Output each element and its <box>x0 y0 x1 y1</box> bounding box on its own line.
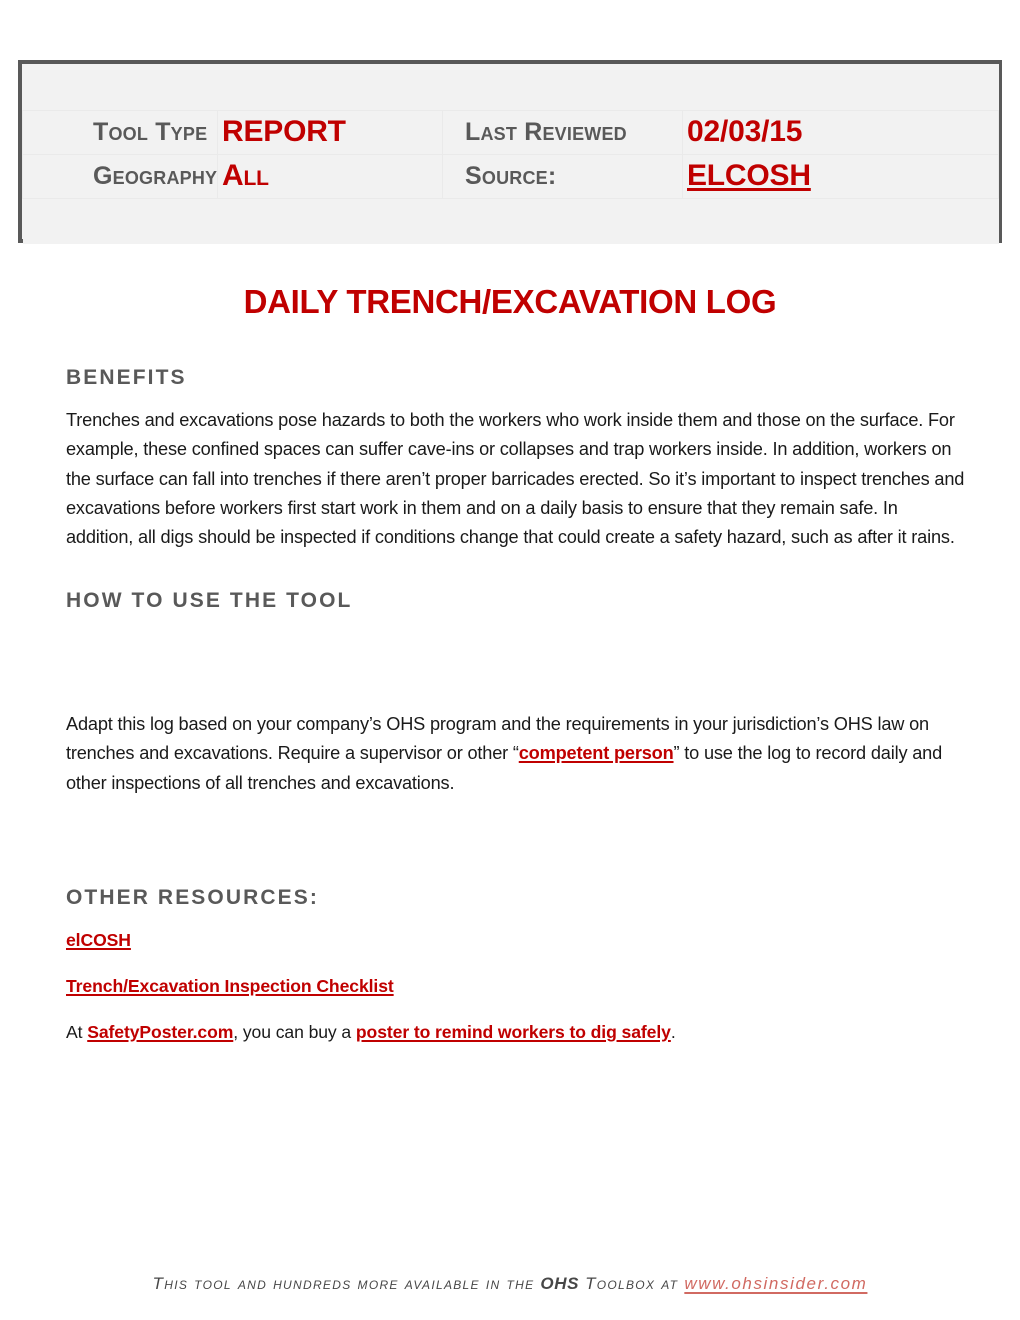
meta-cell-value-geography: All <box>217 153 443 199</box>
meta-spacer-row-bottom <box>22 198 999 244</box>
section-heading-benefits: BENEFITS <box>66 366 187 389</box>
section-body-how-to-use: Adapt this log based on your company’s O… <box>66 710 956 798</box>
meta-value-source-link[interactable]: ELCOSH <box>683 161 998 191</box>
meta-cell-value-last-reviewed: 02/03/15 <box>682 109 999 155</box>
elcosh-link[interactable]: elCOSH <box>66 930 131 950</box>
footer-text-before: This tool and hundreds more available in… <box>152 1274 541 1293</box>
meta-spacer-cell <box>442 198 683 244</box>
meta-spacer-cell <box>682 64 999 110</box>
meta-cell-value-source: ELCOSH <box>682 153 999 199</box>
meta-cell-label-source: Source: <box>442 153 683 199</box>
meta-table: Tool Type REPORT Last Reviewed 02/03/15 … <box>22 64 999 244</box>
meta-row-geography: Geography All Source: ELCOSH <box>22 153 999 199</box>
document-page: Tool Type REPORT Last Reviewed 02/03/15 … <box>0 0 1020 1320</box>
meta-row-tool-type: Tool Type REPORT Last Reviewed 02/03/15 <box>22 109 999 155</box>
meta-label-last-reviewed: Last Reviewed <box>465 117 627 146</box>
section-heading-other-resources: OTHER RESOURCES: <box>66 886 319 909</box>
meta-cell-label-geography: Geography <box>22 153 218 199</box>
footer-ohs-label: OHS <box>540 1274 580 1293</box>
meta-spacer-cell <box>682 198 999 244</box>
competent-person-link[interactable]: competent person <box>519 743 674 763</box>
meta-cell-label-tool-type: Tool Type <box>22 109 218 155</box>
document-meta-box: Tool Type REPORT Last Reviewed 02/03/15 … <box>18 60 1002 244</box>
ohsinsider-url-link[interactable]: www.ohsinsider.com <box>684 1274 867 1293</box>
meta-value-tool-type: REPORT <box>222 115 346 148</box>
meta-spacer-cell <box>22 198 218 244</box>
poster-text-middle: , you can buy a <box>233 1022 356 1042</box>
meta-spacer-cell <box>217 64 443 110</box>
meta-value-geography: All <box>222 159 269 192</box>
resource-line-elcosh: elCOSH <box>66 928 968 952</box>
page-title: DAILY TRENCH/EXCAVATION LOG <box>243 283 777 320</box>
footer-text-middle: Toolbox at <box>579 1274 685 1293</box>
meta-spacer-row-top <box>22 64 999 110</box>
trench-excavation-inspection-checklist-link[interactable]: Trench/Excavation Inspection Checklist <box>66 976 394 996</box>
safetyposter-com-link[interactable]: SafetyPoster.com <box>87 1022 233 1042</box>
poster-text-prefix: At <box>66 1022 88 1042</box>
resource-line-checklist: Trench/Excavation Inspection Checklist <box>66 974 968 998</box>
meta-spacer-cell <box>217 198 443 244</box>
meta-spacer-cell <box>22 64 218 110</box>
meta-value-last-reviewed: 02/03/15 <box>687 115 803 148</box>
meta-cell-value-tool-type: REPORT <box>217 109 443 155</box>
page-footer: This tool and hundreds more available in… <box>0 1274 1020 1294</box>
meta-label-source: Source: <box>465 161 557 190</box>
meta-label-geography: Geography <box>93 161 218 190</box>
meta-label-tool-type: Tool Type <box>93 117 208 146</box>
meta-spacer-cell <box>442 64 683 110</box>
section-body-benefits: Trenches and excavations pose hazards to… <box>66 410 965 548</box>
section-heading-how-to-use: HOW TO USE THE TOOL <box>66 589 353 612</box>
resource-line-poster: At SafetyPoster.com, you can buy a poste… <box>66 1020 968 1044</box>
meta-cell-label-last-reviewed: Last Reviewed <box>442 109 683 155</box>
poster-text-suffix: . <box>670 1022 676 1042</box>
poster-dig-safely-link[interactable]: poster to remind workers to dig safely <box>356 1022 671 1042</box>
